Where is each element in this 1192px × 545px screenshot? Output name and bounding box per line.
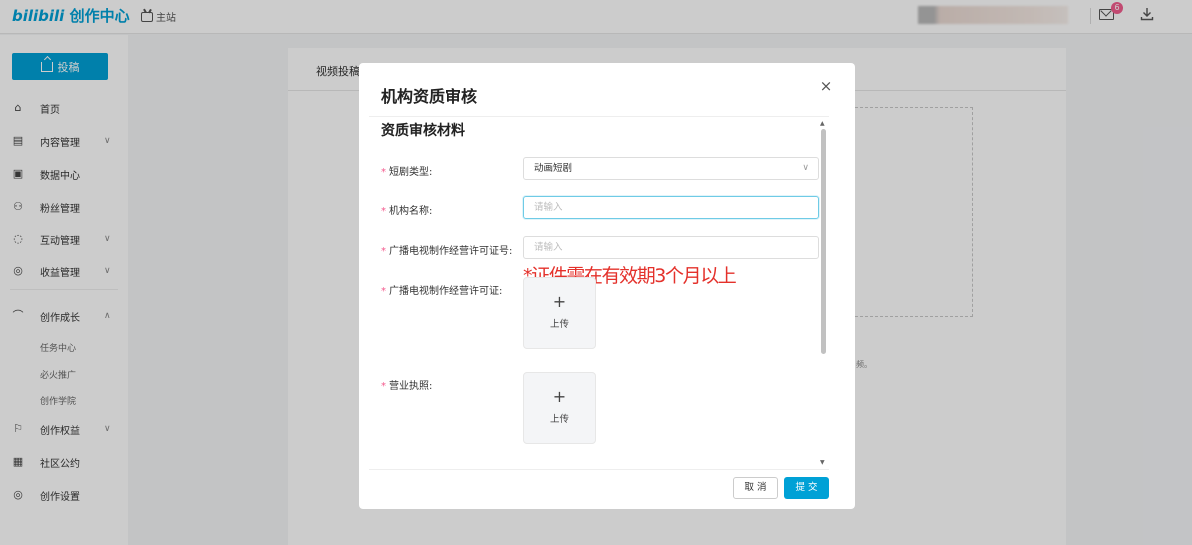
required-mark: * (381, 206, 386, 217)
drama-type-value: 动画短剧 (534, 163, 573, 174)
license-number-input[interactable] (523, 236, 819, 259)
org-name-input[interactable] (523, 196, 819, 219)
org-qualification-modal: 机构资质审核 × 资质审核材料 *短剧类型: 动画短剧 ∨ *机构名称: *广播… (359, 63, 855, 509)
modal-title: 机构资质审核 (381, 87, 478, 106)
scroll-up-arrow-icon[interactable]: ▲ (820, 120, 825, 127)
upload-label: 上传 (549, 414, 569, 425)
drama-type-label: * 短剧类型: (381, 167, 433, 178)
scroll-down-arrow-icon[interactable]: ▼ (820, 459, 825, 466)
required-mark: * (381, 286, 386, 297)
org-name-label: * 机构名称: (381, 206, 433, 217)
drama-type-select[interactable]: 动画短剧 ∨ (523, 157, 819, 180)
license-upload-label: * 广播电视制作经营许可证: (381, 286, 503, 297)
chevron-down-icon: ∨ (802, 163, 809, 173)
license-upload-button[interactable]: + 上传 (523, 277, 596, 349)
upload-label: 上传 (549, 319, 569, 330)
modal-footer-divider (369, 469, 829, 470)
modal-body-divider (369, 116, 829, 117)
plus-icon: + (552, 292, 567, 311)
license-number-label: * 广播电视制作经营许可证号: (381, 246, 513, 257)
close-icon[interactable]: × (818, 78, 834, 94)
business-license-upload-button[interactable]: + 上传 (523, 372, 596, 444)
section-title: 资质审核材料 (381, 123, 465, 139)
business-license-label: * 营业执照: (381, 381, 433, 392)
required-mark: * (381, 246, 386, 257)
cancel-button[interactable]: 取 消 (733, 477, 778, 499)
required-mark: * (381, 381, 386, 392)
scrollbar-thumb[interactable] (821, 129, 826, 354)
plus-icon: + (552, 387, 567, 406)
required-mark: * (381, 167, 386, 178)
submit-button[interactable]: 提 交 (784, 477, 829, 499)
